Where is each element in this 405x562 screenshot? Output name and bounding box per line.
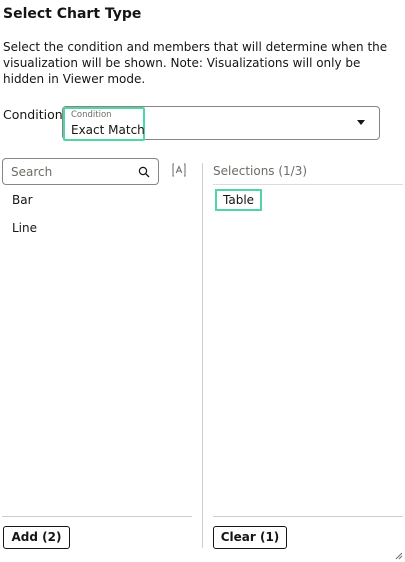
right-footer-divider [213, 516, 403, 517]
dialog-title: Select Chart Type [3, 6, 142, 22]
resize-handle-icon[interactable] [395, 552, 403, 560]
selections-header: Selections (1/3) [213, 164, 308, 178]
add-button[interactable]: Add (2) [3, 526, 70, 549]
condition-field-label: Condition [71, 110, 112, 120]
condition-select[interactable]: Condition Exact Match [62, 106, 380, 141]
search-input[interactable]: Search [2, 158, 159, 185]
available-list: Bar Line [12, 192, 37, 248]
selections-header-divider [213, 184, 403, 185]
chevron-down-icon[interactable] [357, 120, 365, 125]
condition-value: Exact Match [71, 123, 145, 137]
condition-label: Condition [3, 107, 63, 122]
selected-item[interactable]: Table [215, 189, 263, 211]
list-item[interactable]: Bar [12, 192, 37, 220]
left-footer-divider [2, 516, 192, 517]
clear-button[interactable]: Clear (1) [213, 526, 287, 549]
search-placeholder: Search [11, 165, 53, 179]
search-icon[interactable] [138, 166, 150, 178]
sort-az-icon[interactable] [172, 163, 186, 177]
dialog-description: Select the condition and members that wi… [3, 40, 388, 86]
panel-divider [202, 163, 203, 548]
list-item[interactable]: Line [12, 220, 37, 248]
